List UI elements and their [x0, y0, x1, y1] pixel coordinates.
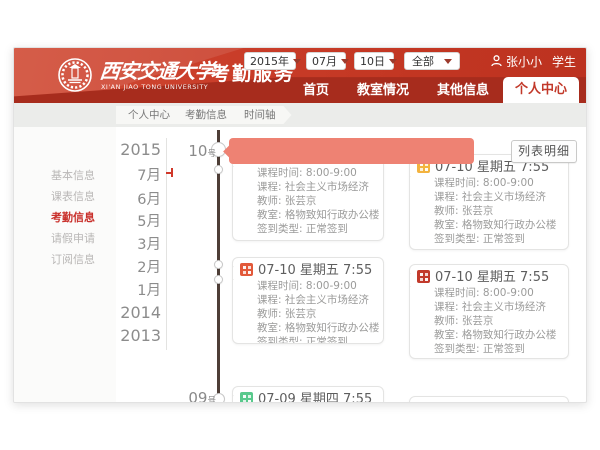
- user-name: 张小小: [506, 53, 542, 70]
- attendance-card-field: 教室: 格物致知行政办公楼: [257, 209, 375, 223]
- sidebar-item-5[interactable]: 订阅信息: [14, 251, 116, 267]
- attendance-card: 07-09 星期四 7:55 课程时间: 8:00-9:00课程: 社会主义市场…: [232, 386, 384, 403]
- day-unit: 号: [207, 396, 216, 403]
- nav-item-3[interactable]: 其他信息: [423, 79, 503, 103]
- day-unit: 号: [207, 149, 216, 159]
- sidebar-item-1[interactable]: 基本信息: [14, 167, 116, 183]
- attendance-stamp-icon: [240, 263, 253, 276]
- month-dropdown[interactable]: 07月: [306, 52, 346, 70]
- attendance-card-datetime: 07-10 星期五 7:55: [258, 263, 372, 278]
- scope-dropdown[interactable]: 全部: [404, 52, 460, 70]
- app-window: 西安交通大学 XI'AN JIAO TONG UNIVERSITY 考勤服务 张…: [13, 47, 587, 403]
- attendance-card: 07-10 星期五 7:55 课程时间: 8:00-9:00课程: 社会主义市场…: [232, 257, 384, 344]
- attendance-card-field: 签到类型: 正常签到: [434, 233, 560, 247]
- month-dropdown-value: 07月: [312, 53, 337, 69]
- attendance-card-field: 签到类型: 正常签到: [257, 223, 375, 237]
- user-icon: [491, 55, 502, 67]
- year-dropdown[interactable]: 2015年: [244, 52, 296, 70]
- attendance-card-field: 课程: 社会主义市场经济: [434, 191, 560, 205]
- month-nav-item-7月-current[interactable]: 7月: [137, 164, 161, 185]
- breadcrumb-item-3[interactable]: 时间轴: [227, 106, 292, 124]
- breadcrumb: 个人中心考勤信息时间轴: [14, 103, 587, 127]
- month-nav: 2015 7月 6月5月3月2月1月 2014 2013: [118, 138, 167, 350]
- attendance-card: [409, 396, 569, 403]
- attendance-card-field: 课程时间: 8:00-9:00: [257, 280, 375, 294]
- attendance-card-field: 课程: 社会主义市场经济: [434, 301, 560, 315]
- day-marker-10: 10号: [182, 141, 216, 160]
- month-nav-item-5月[interactable]: 5月: [137, 210, 161, 231]
- attendance-card: 07-10 星期五 7:55 课程时间: 8:00-9:00课程: 社会主义市场…: [409, 264, 569, 359]
- month-nav-item-1月[interactable]: 1月: [137, 279, 161, 300]
- attendance-card-field: 课程时间: 8:00-9:00: [434, 287, 560, 301]
- attendance-card-field: 教师: 张芸京: [434, 315, 560, 329]
- attendance-card-field: 课程: 社会主义市场经济: [257, 181, 375, 195]
- chevron-down-icon: [341, 59, 349, 64]
- attendance-stamp-icon: [240, 392, 253, 403]
- attendance-card-field: 课程时间: 8:00-9:00: [257, 167, 375, 181]
- main-nav: 首页教室情况其他信息个人中心: [14, 77, 587, 103]
- attendance-card-title: 07-10 星期五 7:55: [240, 263, 375, 280]
- nav-item-1[interactable]: 首页: [289, 79, 343, 103]
- month-nav-item-2015[interactable]: 2015: [120, 140, 161, 159]
- list-detail-button[interactable]: 列表明细: [511, 140, 577, 163]
- day-number: 10: [188, 142, 207, 160]
- chevron-down-icon: [293, 59, 301, 64]
- attendance-card-field: 签到类型: 正常签到: [434, 343, 560, 357]
- month-nav-item-6月[interactable]: 6月: [137, 188, 161, 209]
- attendance-card-field: 教师: 张芸京: [434, 205, 560, 219]
- date-filter-bar: [229, 138, 474, 164]
- attendance-card-field: 教师: 张芸京: [257, 195, 375, 209]
- current-month-marker: [166, 168, 173, 177]
- day-dropdown-value: 10日: [360, 53, 385, 69]
- day-marker-09: 09号: [182, 388, 216, 403]
- attendance-card-field: 教室: 格物致知行政办公楼: [434, 219, 560, 233]
- year-dropdown-value: 2015年: [250, 53, 289, 69]
- month-nav-item-2014[interactable]: 2014: [120, 303, 161, 322]
- attendance-card-datetime: 07-10 星期五 7:55: [435, 270, 549, 285]
- attendance-card-title: 07-10 星期五 7:55: [417, 270, 560, 287]
- attendance-card-field: 教室: 格物致知行政办公楼: [257, 322, 375, 336]
- user-account[interactable]: 张小小 学生: [491, 53, 576, 69]
- attendance-card-field: 课程: 社会主义市场经济: [257, 294, 375, 308]
- chevron-down-icon: [444, 59, 452, 64]
- user-role: 学生: [552, 53, 576, 70]
- app-header: 西安交通大学 XI'AN JIAO TONG UNIVERSITY 考勤服务 张…: [14, 48, 587, 103]
- sidebar-item-2[interactable]: 课表信息: [14, 188, 116, 204]
- attendance-card-title: [417, 402, 560, 403]
- day-number: 09: [188, 389, 207, 403]
- attendance-card-field: 课程时间: 8:00-9:00: [434, 177, 560, 191]
- sidebar-item-4[interactable]: 请假申请: [14, 230, 116, 246]
- timeline-node: [214, 165, 223, 174]
- attendance-stamp-icon: [417, 270, 430, 283]
- nav-item-4[interactable]: 个人中心: [503, 77, 579, 103]
- day-dropdown[interactable]: 10日: [354, 52, 394, 70]
- attendance-card-datetime: 07-09 星期四 7:55: [258, 392, 372, 403]
- nav-item-2[interactable]: 教室情况: [343, 79, 423, 103]
- month-nav-item-3月[interactable]: 3月: [137, 233, 161, 254]
- attendance-card: 07-10 星期五 7:55 课程时间: 8:00-9:00课程: 社会主义市场…: [409, 154, 569, 250]
- sidebar-item-3[interactable]: 考勤信息: [14, 209, 116, 225]
- sidebar: 基本信息课表信息考勤信息请假申请订阅信息: [14, 127, 116, 402]
- attendance-card-title: 07-09 星期四 7:55: [240, 392, 375, 403]
- attendance-stamp-icon: [417, 402, 430, 403]
- timeline-node: [214, 260, 223, 269]
- attendance-card-field: 签到类型: 正常签到: [257, 336, 375, 344]
- timeline-node: [214, 275, 223, 284]
- attendance-card-field: 教室: 格物致知行政办公楼: [434, 329, 560, 343]
- attendance-card-field: 教师: 张芸京: [257, 308, 375, 322]
- month-nav-item-2月[interactable]: 2月: [137, 256, 161, 277]
- scope-dropdown-value: 全部: [412, 53, 434, 69]
- chevron-down-icon: [389, 59, 397, 64]
- month-nav-item-2013[interactable]: 2013: [120, 326, 161, 345]
